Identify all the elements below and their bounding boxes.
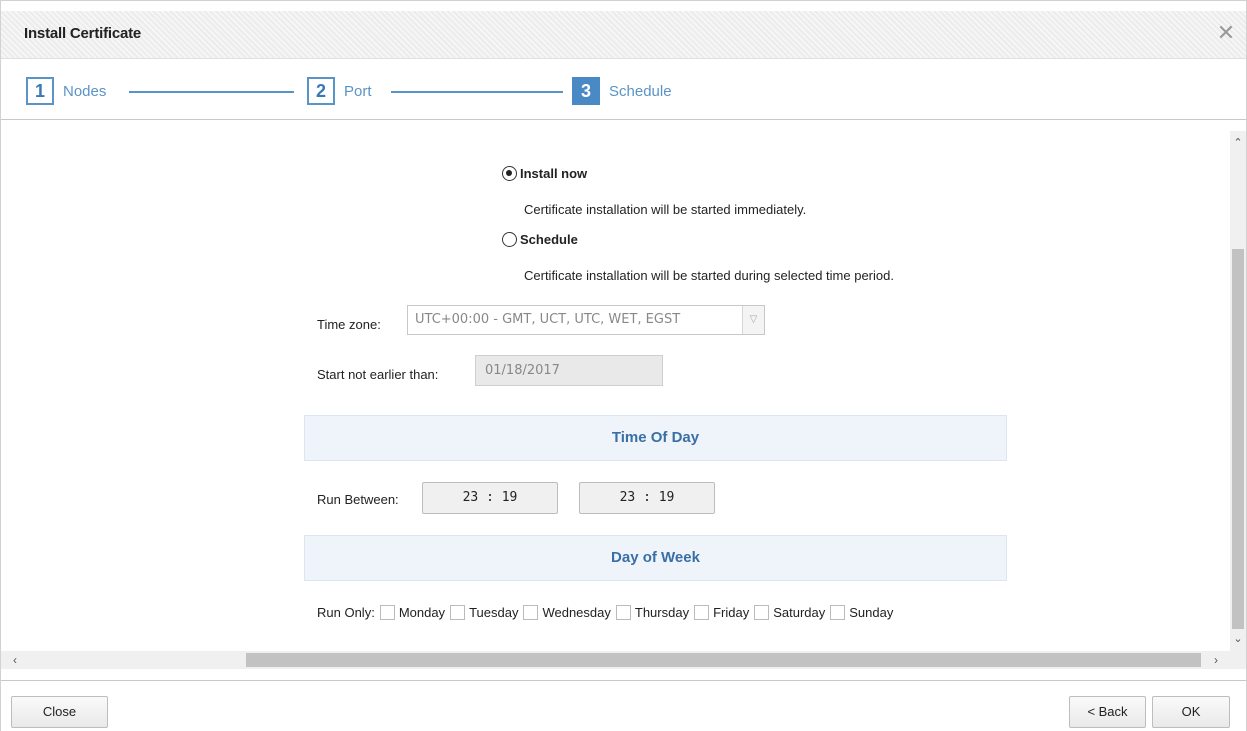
install-certificate-dialog: Install Certificate ✕ 1 Nodes 2 Port 3 S… (0, 0, 1247, 731)
close-button[interactable]: Close (11, 696, 108, 728)
step-connector-1 (129, 91, 294, 93)
day-friday[interactable]: Friday (694, 605, 749, 620)
wizard-step-port: 2 Port (307, 77, 372, 105)
day-of-week-header: Day of Week (304, 535, 1007, 581)
schedule-description: Certificate installation will be started… (524, 268, 894, 283)
day-label: Tuesday (469, 605, 519, 620)
dialog-title: Install Certificate (24, 25, 142, 42)
step-label: Port (344, 82, 372, 100)
day-thursday[interactable]: Thursday (615, 605, 690, 620)
step-label: Schedule (609, 82, 672, 100)
timezone-label: Time zone: (317, 317, 381, 332)
chevron-down-icon[interactable]: ⌄ (1230, 631, 1246, 647)
install-now-option[interactable]: Install now (502, 166, 587, 181)
day-saturday[interactable]: Saturday (754, 605, 825, 620)
back-button[interactable]: < Back (1069, 696, 1146, 728)
wizard-step-schedule: 3 Schedule (572, 77, 672, 105)
start-date-label: Start not earlier than: (317, 367, 439, 382)
chevron-right-icon[interactable]: › (1208, 651, 1224, 669)
timezone-select[interactable]: UTC+00:00 - GMT, UCT, UTC, WET, EGST ▽ (407, 305, 765, 335)
schedule-option[interactable]: Schedule (502, 232, 578, 247)
schedule-label: Schedule (520, 232, 578, 247)
dialog-footer: Close < Back OK (1, 680, 1246, 731)
horizontal-scroll-thumb[interactable] (246, 653, 1201, 667)
start-time-input[interactable]: 23 : 19 (422, 482, 558, 514)
end-time-input[interactable]: 23 : 19 (579, 482, 715, 514)
chevron-down-icon[interactable]: ▽ (742, 306, 764, 334)
horizontal-scrollbar[interactable]: ‹ › (1, 651, 1230, 669)
vertical-scrollbar[interactable]: ⌃ ⌄ (1230, 131, 1246, 651)
day-monday[interactable]: Monday (379, 605, 446, 620)
install-now-label: Install now (520, 166, 588, 181)
chevron-left-icon[interactable]: ‹ (7, 651, 23, 669)
tuesday-checkbox[interactable] (450, 605, 466, 620)
day-of-week-row: Run Only: Monday Tuesday Wednesday Thurs… (317, 605, 893, 620)
ok-button[interactable]: OK (1152, 696, 1230, 728)
start-date-field[interactable]: 01/18/2017 (475, 355, 663, 386)
thursday-checkbox[interactable] (615, 605, 631, 620)
run-only-label: Run Only: (317, 605, 375, 620)
saturday-checkbox[interactable] (754, 605, 770, 620)
day-label: Saturday (773, 605, 826, 620)
day-label: Friday (713, 605, 750, 620)
time-of-day-header: Time Of Day (304, 415, 1007, 461)
wednesday-checkbox[interactable] (523, 605, 539, 620)
close-icon[interactable]: ✕ (1214, 21, 1238, 45)
day-sunday[interactable]: Sunday (830, 605, 893, 620)
step-number: 1 (26, 77, 54, 105)
step-number: 3 (572, 77, 600, 105)
dialog-title-bar: Install Certificate ✕ (1, 11, 1246, 59)
step-label: Nodes (63, 82, 107, 100)
vertical-scroll-thumb[interactable] (1232, 249, 1244, 629)
sunday-checkbox[interactable] (830, 605, 846, 620)
install-now-radio[interactable] (502, 166, 517, 181)
day-label: Monday (398, 605, 446, 620)
wizard-steps: 1 Nodes 2 Port 3 Schedule (1, 60, 1246, 120)
day-label: Wednesday (542, 605, 611, 620)
run-between-label: Run Between: (317, 492, 399, 507)
day-label: Sunday (849, 605, 894, 620)
step-number: 2 (307, 77, 335, 105)
step-connector-2 (391, 91, 563, 93)
monday-checkbox[interactable] (379, 605, 395, 620)
wizard-step-nodes: 1 Nodes (26, 77, 106, 105)
install-now-description: Certificate installation will be started… (524, 202, 807, 217)
schedule-content: Install now Certificate installation wil… (1, 121, 1230, 651)
scrollbar-corner (1230, 651, 1246, 669)
day-wednesday[interactable]: Wednesday (523, 605, 611, 620)
day-label: Thursday (634, 605, 690, 620)
timezone-value: UTC+00:00 - GMT, UCT, UTC, WET, EGST (415, 312, 681, 327)
friday-checkbox[interactable] (694, 605, 710, 620)
chevron-up-icon[interactable]: ⌃ (1230, 135, 1246, 151)
schedule-radio[interactable] (502, 232, 517, 247)
day-tuesday[interactable]: Tuesday (450, 605, 518, 620)
